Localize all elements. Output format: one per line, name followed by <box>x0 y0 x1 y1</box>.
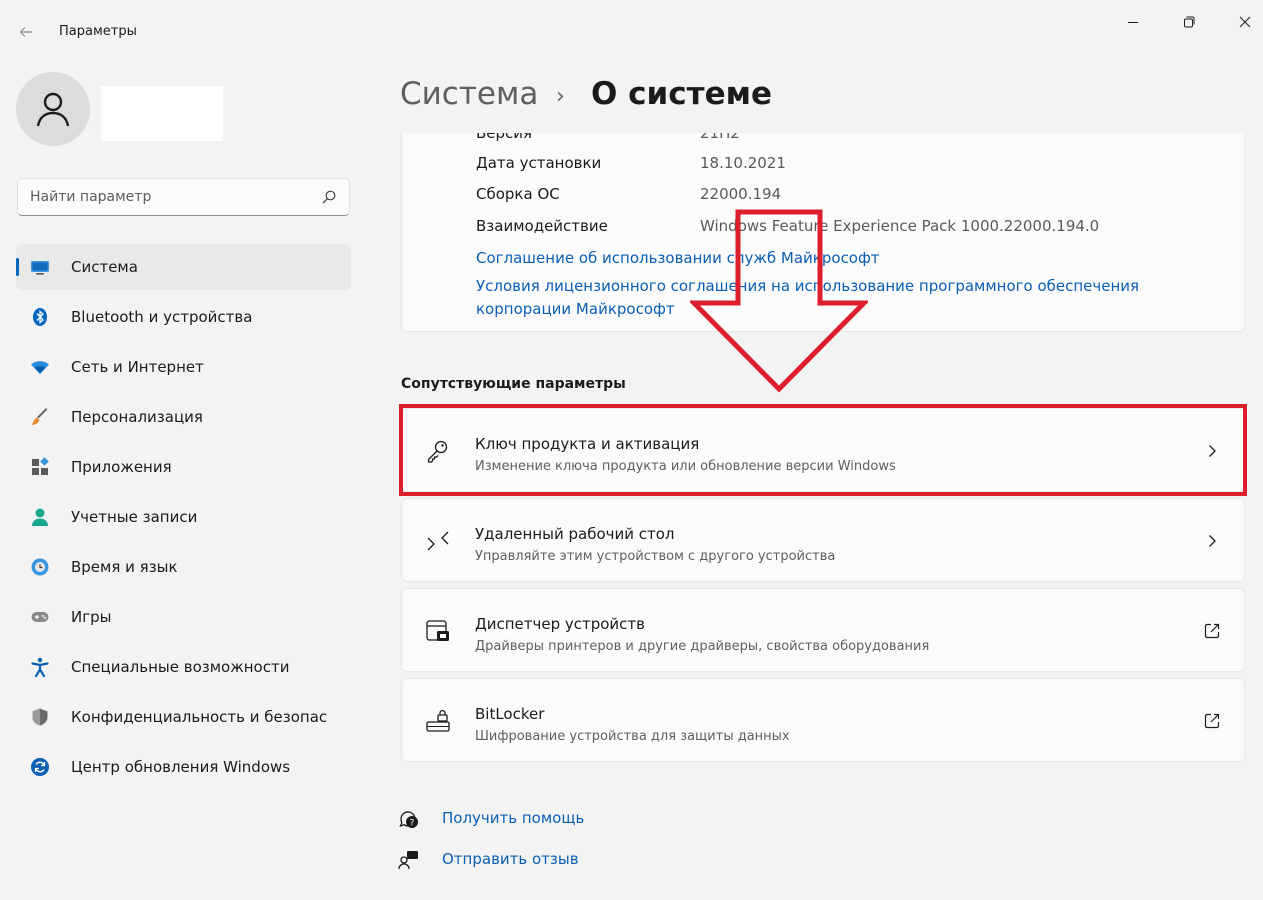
close-button[interactable] <box>1233 10 1257 34</box>
accessibility-icon <box>31 657 49 677</box>
highlight-annotation-box <box>399 404 1247 496</box>
sidebar-item-accounts[interactable]: Учетные записи <box>16 494 351 540</box>
card-title: Диспетчер устройств <box>475 615 646 633</box>
spec-value: 22000.194 <box>700 185 782 203</box>
external-link-icon <box>1204 713 1220 729</box>
minimize-icon <box>1128 22 1138 23</box>
down-arrow-annotation-icon <box>690 209 868 393</box>
title-bar: Параметры <box>0 0 1263 62</box>
sidebar-item-privacy[interactable]: Конфиденциальность и безопас <box>16 694 351 740</box>
breadcrumb-chevron-icon: › <box>556 84 565 109</box>
sidebar-item-label: Сеть и Интернет <box>71 358 204 376</box>
feedback-icon <box>398 851 418 870</box>
sidebar-item-label: Система <box>71 258 138 276</box>
search-box[interactable] <box>17 178 350 216</box>
spec-label: Сборка ОС <box>476 185 560 203</box>
card-subtitle: Управляйте этим устройством с другого ус… <box>475 549 836 564</box>
sidebar-item-network[interactable]: Сеть и Интернет <box>16 344 351 390</box>
search-icon[interactable] <box>321 189 337 205</box>
chevron-right-icon <box>1209 535 1216 547</box>
card-title: Удаленный рабочий стол <box>475 525 675 543</box>
sidebar-item-label: Игры <box>71 608 112 626</box>
maximize-button[interactable] <box>1177 10 1201 34</box>
card-title: BitLocker <box>475 705 545 723</box>
sidebar-item-label: Приложения <box>71 458 172 476</box>
sidebar-item-apps[interactable]: Приложения <box>16 444 351 490</box>
avatar[interactable] <box>16 72 90 146</box>
device-manager-icon <box>426 620 449 641</box>
send-feedback-label[interactable]: Отправить отзыв <box>442 850 579 868</box>
apps-icon <box>32 457 49 475</box>
related-settings-heading: Сопутствующие параметры <box>401 376 626 392</box>
back-button[interactable] <box>14 20 38 44</box>
card-subtitle: Драйверы принтеров и другие драйверы, св… <box>475 639 930 654</box>
remote-desktop-card[interactable]: Удаленный рабочий стол Управляйте этим у… <box>401 498 1245 582</box>
remote-desktop-icon <box>427 531 449 551</box>
update-icon <box>31 758 49 776</box>
brush-icon <box>32 408 48 425</box>
wifi-icon <box>31 361 49 374</box>
sidebar-nav: Система Bluetooth и устройства Сеть и Ин… <box>16 244 351 794</box>
back-arrow-icon <box>19 27 32 37</box>
bitlocker-icon <box>426 709 450 732</box>
system-display-icon <box>31 261 49 275</box>
page-title: О системе <box>591 76 772 112</box>
bluetooth-icon <box>33 308 47 326</box>
sidebar-item-label: Конфиденциальность и безопас <box>71 708 328 726</box>
gamepad-icon <box>31 612 49 622</box>
sidebar-item-label: Время и язык <box>71 558 178 576</box>
get-help-label[interactable]: Получить помощь <box>442 809 584 827</box>
breadcrumb-parent[interactable]: Система <box>400 76 538 112</box>
maximize-icon <box>1184 16 1195 28</box>
sidebar-item-personalization[interactable]: Персонализация <box>16 394 351 440</box>
sidebar-item-label: Центр обновления Windows <box>71 758 291 776</box>
search-input[interactable] <box>30 186 310 208</box>
sidebar-item-gaming[interactable]: Игры <box>16 594 351 640</box>
device-manager-card[interactable]: Диспетчер устройств Драйверы принтеров и… <box>401 588 1245 672</box>
spec-value: 18.10.2021 <box>700 154 786 172</box>
send-feedback-link[interactable]: Отправить отзыв <box>398 845 658 873</box>
spec-label: Версия <box>476 133 533 142</box>
sidebar-item-time-language[interactable]: Время и язык <box>16 544 351 590</box>
active-indicator <box>16 258 19 276</box>
external-link-icon <box>1204 623 1220 639</box>
sidebar-item-accessibility[interactable]: Специальные возможности <box>16 644 351 690</box>
sidebar-item-windows-update[interactable]: Центр обновления Windows <box>16 744 351 790</box>
spec-label: Дата установки <box>476 154 602 172</box>
user-accounts-icon <box>32 508 48 526</box>
app-title: Параметры <box>59 24 137 39</box>
sidebar-item-label: Bluetooth и устройства <box>71 308 253 326</box>
sidebar-item-label: Специальные возможности <box>71 658 290 676</box>
help-icon: ? <box>399 811 418 829</box>
card-subtitle: Шифрование устройства для защиты данных <box>475 729 790 744</box>
sidebar-item-bluetooth[interactable]: Bluetooth и устройства <box>16 294 351 340</box>
sidebar-item-label: Персонализация <box>71 408 203 426</box>
profile-name-redacted <box>101 86 223 141</box>
bitlocker-card[interactable]: BitLocker Шифрование устройства для защи… <box>401 678 1245 762</box>
close-icon <box>1239 16 1251 28</box>
get-help-link[interactable]: ? Получить помощь <box>398 804 658 832</box>
user-icon <box>36 92 70 127</box>
sidebar-item-system[interactable]: Система <box>16 244 351 290</box>
minimize-button[interactable] <box>1121 10 1145 34</box>
globe-clock-icon <box>31 558 49 576</box>
spec-label: Взаимодействие <box>476 217 608 235</box>
sidebar-item-label: Учетные записи <box>71 508 198 526</box>
spec-value: 21H2 <box>700 133 740 142</box>
svg-text:?: ? <box>410 819 415 829</box>
shield-icon <box>32 708 48 726</box>
